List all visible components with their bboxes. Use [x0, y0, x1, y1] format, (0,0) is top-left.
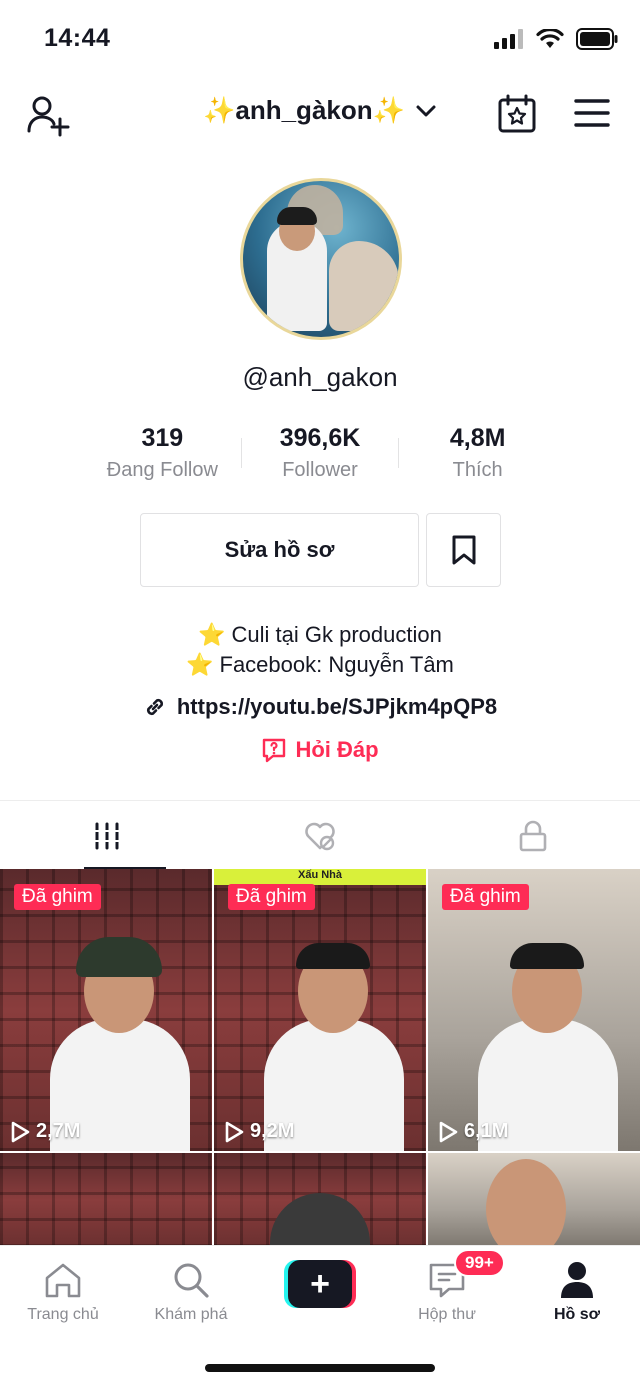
video-thumbnail[interactable] [0, 1153, 212, 1247]
bio-line: ⭐ Facebook: Nguyễn Tâm [0, 650, 640, 680]
video-grid: Đã ghim 2,7M Xấu Nhà Đã ghim 9,2M Đã ghi… [0, 869, 640, 1247]
view-count: 2,7M [10, 1120, 80, 1143]
view-count: 6,1M [438, 1120, 508, 1143]
stat-value: 396,6K [279, 424, 361, 452]
tab-videos[interactable] [0, 801, 213, 870]
stat-label: Follower [282, 459, 358, 481]
status-bar: 14:44 [0, 0, 640, 80]
nav-profile[interactable]: Hồ sơ [522, 1258, 632, 1324]
menu-icon[interactable] [572, 95, 612, 131]
profile-header: ✨anh_gàkon✨ [0, 85, 640, 141]
bio-line: ⭐ Culi tại Gk production [0, 620, 640, 650]
stat-value: 4,8M [449, 424, 506, 452]
account-switcher[interactable]: ✨anh_gàkon✨ [0, 95, 640, 126]
stat-likes[interactable]: 4,8M Thích [399, 424, 556, 488]
play-icon [225, 1121, 244, 1142]
plus-icon: + [288, 1260, 352, 1308]
pinned-badge: Đã ghim [442, 884, 529, 910]
qa-button[interactable]: Hỏi Đáp [0, 737, 640, 763]
tab-liked[interactable] [213, 801, 426, 870]
stat-label: Thích [452, 459, 503, 481]
star-icon: ⭐ [186, 652, 214, 677]
star-icon: ⭐ [198, 622, 226, 647]
video-thumbnail[interactable]: Đã ghim 2,7M [0, 869, 212, 1151]
signal-icon [494, 29, 523, 49]
home-indicator [205, 1364, 435, 1372]
nav-home[interactable]: Trang chủ [8, 1258, 118, 1324]
wifi-icon [536, 29, 564, 48]
link-icon [146, 698, 163, 716]
video-thumbnail[interactable]: Đã ghim 6,1M [428, 869, 640, 1151]
nav-explore[interactable]: Khám phá [136, 1258, 246, 1324]
avatar[interactable] [240, 178, 402, 340]
tab-private[interactable] [427, 801, 640, 870]
play-icon [11, 1121, 30, 1142]
nav-label: Hồ sơ [553, 1306, 601, 1323]
qa-label: Hỏi Đáp [295, 737, 379, 762]
chevron-down-icon [416, 105, 436, 116]
battery-icon [576, 28, 618, 50]
video-thumbnail[interactable]: Xấu Nhà Đã ghim 9,2M [214, 869, 426, 1151]
bio: ⭐ Culi tại Gk production ⭐ Facebook: Ngu… [0, 620, 640, 680]
video-banner: Xấu Nhà [214, 869, 426, 885]
grid-icon [94, 822, 119, 849]
stat-following[interactable]: 319 Đang Follow [84, 424, 241, 488]
profile-link[interactable]: https://youtu.be/SJPjkm4pQP8 [0, 694, 640, 720]
nav-label: Khám phá [154, 1306, 228, 1323]
calendar-star-icon[interactable] [496, 93, 538, 135]
lock-icon [520, 820, 547, 851]
hidden-heart-icon [305, 822, 335, 850]
favorites-button[interactable] [426, 513, 501, 587]
video-thumbnail[interactable] [214, 1153, 426, 1247]
stat-label: Đang Follow [106, 459, 218, 481]
view-count: 9,2M [224, 1120, 294, 1143]
content-tabs [0, 800, 640, 870]
bio-text: Culi tại Gk production [231, 622, 442, 647]
nav-label: Hộp thư [418, 1306, 476, 1323]
pinned-badge: Đã ghim [14, 884, 101, 910]
video-thumbnail[interactable] [428, 1153, 640, 1247]
stat-followers[interactable]: 396,6K Follower [242, 424, 399, 488]
pinned-badge: Đã ghim [228, 884, 315, 910]
stat-value: 319 [141, 424, 184, 452]
edit-profile-button[interactable]: Sửa hồ sơ [140, 513, 419, 587]
home-icon [45, 1263, 81, 1298]
search-icon [174, 1263, 209, 1298]
username: @anh_gakon [242, 362, 398, 392]
inbox-badge: 99+ [454, 1249, 505, 1277]
status-time: 14:44 [44, 24, 111, 52]
profile-stats: 319 Đang Follow 396,6K Follower 4,8M Thí… [84, 424, 556, 488]
bookmark-icon [452, 535, 475, 565]
account-title: ✨anh_gàkon✨ [203, 95, 405, 125]
profile-icon [561, 1262, 593, 1298]
question-bubble-icon [263, 738, 286, 763]
link-text: https://youtu.be/SJPjkm4pQP8 [176, 694, 498, 719]
play-icon [439, 1121, 458, 1142]
create-button[interactable]: + [284, 1260, 356, 1308]
bio-text: Facebook: Nguyễn Tâm [219, 652, 454, 677]
nav-label: Trang chủ [27, 1306, 99, 1323]
